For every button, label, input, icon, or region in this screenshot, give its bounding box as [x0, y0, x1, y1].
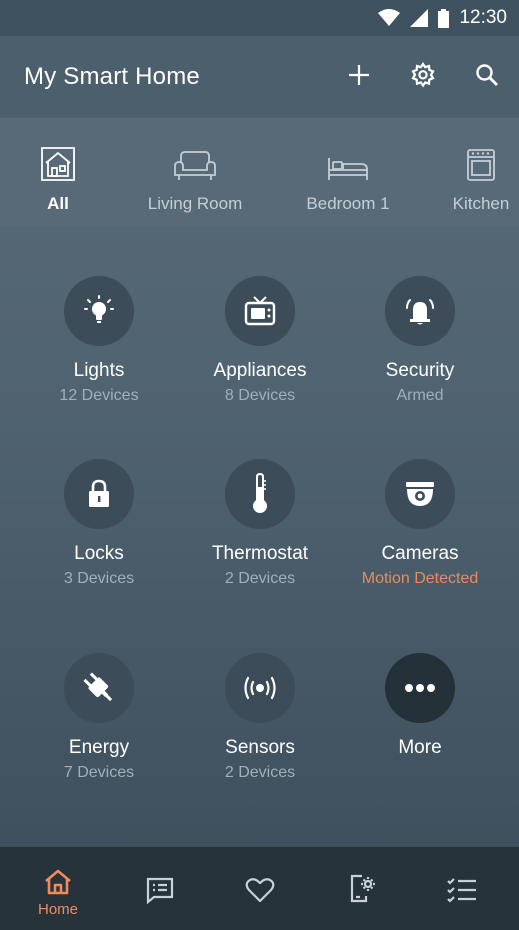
category-lights[interactable]: Lights 12 Devices	[19, 276, 179, 405]
plug-icon	[64, 653, 134, 723]
sofa-icon	[174, 142, 216, 182]
bed-icon	[327, 142, 369, 182]
room-tabs: All Living Room Bedroom 1 Kitchen	[0, 118, 519, 226]
category-name: Security	[385, 360, 455, 381]
cell-signal-icon	[410, 9, 429, 27]
clock: 12:30	[459, 7, 507, 28]
category-name: More	[398, 737, 442, 758]
category-more[interactable]: More	[340, 653, 500, 759]
category-status: 2 Devices	[224, 764, 296, 781]
category-name: Cameras	[381, 543, 459, 564]
category-status: 8 Devices	[224, 387, 296, 404]
page-title: My Smart Home	[24, 63, 200, 90]
house-icon	[40, 142, 76, 182]
camera-icon	[385, 459, 455, 529]
settings-button[interactable]	[391, 49, 455, 105]
search-button[interactable]	[455, 49, 519, 105]
home-icon	[43, 867, 73, 897]
category-name: Sensors	[225, 737, 295, 758]
category-status: 2 Devices	[224, 570, 296, 587]
category-name: Locks	[74, 543, 124, 564]
tab-bedroom-1[interactable]: Bedroom 1	[298, 118, 398, 226]
tv-icon	[225, 276, 295, 346]
category-name: Lights	[73, 360, 125, 381]
add-button[interactable]	[327, 49, 391, 105]
category-name: Thermostat	[211, 543, 309, 564]
tab-living-room[interactable]: Living Room	[140, 118, 250, 226]
nav-label: Home	[37, 901, 78, 918]
checklist-icon	[446, 875, 478, 905]
tab-label: Living Room	[147, 194, 243, 213]
nav-tasks[interactable]	[412, 847, 512, 930]
thermometer-icon	[225, 459, 295, 529]
category-status: Armed	[396, 387, 444, 404]
tab-label: Kitchen	[452, 194, 510, 213]
sensor-icon	[225, 653, 295, 723]
tab-all[interactable]: All	[18, 118, 98, 226]
lock-icon	[64, 459, 134, 529]
alarm-bell-icon	[385, 276, 455, 346]
messages-icon	[145, 875, 175, 905]
tab-label: Bedroom 1	[306, 194, 390, 213]
battery-icon	[438, 8, 450, 28]
category-name: Energy	[68, 737, 130, 758]
wifi-icon	[378, 9, 401, 27]
category-cameras[interactable]: Cameras Motion Detected	[340, 459, 500, 588]
category-status: 7 Devices	[63, 764, 135, 781]
category-locks[interactable]: Locks 3 Devices	[19, 459, 179, 588]
nav-home[interactable]: Home	[8, 847, 108, 930]
category-thermostat[interactable]: Thermostat 2 Devices	[180, 459, 340, 588]
nav-devices[interactable]	[312, 847, 412, 930]
nav-favorites[interactable]	[210, 847, 310, 930]
more-dots-icon	[385, 653, 455, 723]
lightbulb-icon	[64, 276, 134, 346]
status-bar: 12:30	[0, 0, 519, 36]
category-security[interactable]: Security Armed	[340, 276, 500, 405]
add-icon	[348, 64, 370, 91]
category-energy[interactable]: Energy 7 Devices	[19, 653, 179, 782]
tab-label: All	[47, 194, 69, 213]
oven-icon	[466, 142, 496, 182]
category-status: 12 Devices	[59, 387, 139, 404]
gear-icon	[410, 61, 436, 93]
category-appliances[interactable]: Appliances 8 Devices	[180, 276, 340, 405]
app-bar-actions	[327, 49, 519, 105]
search-icon	[475, 63, 499, 92]
tab-kitchen[interactable]: Kitchen	[446, 118, 516, 226]
device-settings-icon	[348, 873, 376, 903]
category-sensors[interactable]: Sensors 2 Devices	[180, 653, 340, 782]
nav-messages[interactable]	[110, 847, 210, 930]
heart-icon	[245, 875, 275, 905]
category-status: 3 Devices	[63, 570, 135, 587]
category-name: Appliances	[213, 360, 307, 381]
category-status-alert: Motion Detected	[361, 570, 479, 587]
app-bar: My Smart Home	[0, 36, 519, 118]
bottom-navigation: Home	[0, 847, 519, 930]
